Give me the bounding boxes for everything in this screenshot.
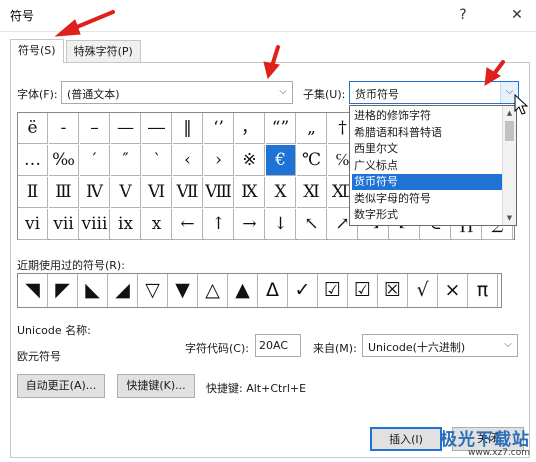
symbol-cell[interactable]: – — [80, 113, 110, 144]
recent-symbol-cell[interactable]: × — [438, 274, 468, 307]
subset-label: 子集(U): — [303, 88, 346, 101]
recent-symbol-cell[interactable]: √ — [408, 274, 438, 307]
symbol-cell[interactable]: Ⅴ — [111, 177, 141, 208]
title-bar: 符号 ? ✕ — [0, 0, 536, 32]
recent-symbol-cell[interactable]: ◤ — [48, 274, 78, 307]
symbol-cell[interactable]: → — [235, 209, 265, 240]
recent-symbol-cell[interactable]: π — [468, 274, 498, 307]
dropdown-scrollbar[interactable]: ▲ ▼ — [502, 106, 516, 225]
recent-symbols-label: 近期使用过的符号(R): — [17, 259, 125, 272]
recent-symbol-cell[interactable]: ◢ — [108, 274, 138, 307]
recent-symbol-cell[interactable]: ☑ — [348, 274, 378, 307]
subset-option[interactable]: 数字形式 — [352, 207, 502, 223]
from-select[interactable]: Unicode(十六进制) ⌵ — [362, 334, 518, 357]
recent-symbols-row: ◥ ◤ ◣ ◢ ▽ ▼ △ ▲ Δ ✓ ☑ ☑ ☒ √ × π — [17, 273, 502, 308]
char-code-label: 字符代码(C): — [185, 342, 249, 355]
from-label: 来自(M): — [313, 342, 357, 355]
unicode-name-label: Unicode 名称: — [17, 324, 91, 337]
symbol-cell[interactable]: Ⅷ — [204, 177, 234, 208]
symbol-cell[interactable]: ⅶ — [49, 209, 79, 240]
tab-special-characters[interactable]: 特殊字符(P) — [65, 40, 141, 63]
recent-symbol-cell[interactable]: △ — [198, 274, 228, 307]
subset-option[interactable]: 货币符号 — [352, 174, 502, 190]
symbol-cell[interactable]: Ⅸ — [235, 177, 265, 208]
subset-option[interactable]: 进格的修饰字符 — [352, 108, 502, 124]
char-code-input[interactable]: 20AC — [255, 334, 301, 357]
symbol-cell[interactable]: › — [204, 145, 234, 176]
symbol-cell[interactable]: ‘’ — [204, 113, 234, 144]
font-select[interactable]: (普通文本) ⌵ — [61, 81, 293, 104]
subset-select[interactable]: 货币符号 ⌵ — [349, 81, 519, 104]
symbol-cell[interactable]: ℃ — [297, 145, 327, 176]
recent-symbol-cell[interactable]: ◥ — [18, 274, 48, 307]
recent-symbol-cell[interactable]: ☒ — [378, 274, 408, 307]
symbol-cell[interactable]: Ⅹ — [266, 177, 296, 208]
shortcut-key-button[interactable]: 快捷键(K)... — [117, 374, 195, 398]
symbol-cell[interactable]: Ⅵ — [142, 177, 172, 208]
symbol-cell[interactable]: ⅹ — [142, 209, 172, 240]
font-label: 字体(F): — [17, 88, 58, 101]
recent-symbol-cell[interactable]: ◣ — [78, 274, 108, 307]
unicode-name-value: 欧元符号 — [17, 350, 61, 363]
symbol-cell[interactable]: Ⅶ — [173, 177, 203, 208]
subset-option[interactable]: 希腊语和科普特语 — [352, 125, 502, 141]
recent-symbol-cell[interactable]: ▲ — [228, 274, 258, 307]
tab-strip: 符号(S) 特殊字符(P) — [10, 39, 143, 63]
recent-symbol-cell[interactable]: ✓ — [288, 274, 318, 307]
shortcut-key-text: 快捷键: Alt+Ctrl+E — [206, 382, 307, 395]
symbol-cell[interactable]: ′ — [80, 145, 110, 176]
symbol-cell[interactable]: Ⅱ — [18, 177, 48, 208]
watermark-text: 极光下载站 — [440, 430, 530, 450]
symbol-cell[interactable]: ‵ — [142, 145, 172, 176]
subset-option[interactable]: 类似字母的符号 — [352, 191, 502, 207]
font-value: (普通文本) — [67, 88, 120, 101]
symbol-cell[interactable]: ″ — [111, 145, 141, 176]
watermark: 极光下载站 www.xz7.com — [440, 425, 530, 458]
chevron-down-icon[interactable]: ⌵ — [500, 82, 518, 103]
symbol-cell[interactable]: ⅵ — [18, 209, 48, 240]
symbol-cell[interactable]: — — [111, 113, 141, 144]
symbol-cell[interactable]: Ⅺ — [297, 177, 327, 208]
symbol-cell[interactable]: Ⅲ — [49, 177, 79, 208]
recent-symbol-cell[interactable]: ▼ — [168, 274, 198, 307]
symbol-cell[interactable]: ← — [173, 209, 203, 240]
autocorrect-button[interactable]: 自动更正(A)... — [17, 374, 105, 398]
window-title: 符号 — [10, 9, 35, 23]
symbol-cell[interactable]: ― — [142, 113, 172, 144]
symbol-cell[interactable]: € — [266, 145, 296, 176]
symbol-cell[interactable]: Ⅳ — [80, 177, 110, 208]
subset-option[interactable]: 西里尔文 — [352, 141, 502, 157]
symbol-cell[interactable]: “” — [266, 113, 296, 144]
symbol-cell[interactable]: ↓ — [266, 209, 296, 240]
scroll-up-icon[interactable]: ▲ — [503, 107, 516, 119]
symbol-cell[interactable]: - — [49, 113, 79, 144]
close-window-button[interactable]: ✕ — [506, 4, 528, 26]
help-button[interactable]: ? — [452, 4, 474, 26]
recent-symbol-cell[interactable]: ☑ — [318, 274, 348, 307]
symbol-cell[interactable]: ↖ — [297, 209, 327, 240]
chevron-down-icon[interactable]: ⌵ — [499, 335, 517, 356]
scroll-down-icon[interactable]: ▼ — [503, 212, 516, 224]
chevron-down-icon[interactable]: ⌵ — [274, 82, 292, 103]
symbol-cell[interactable]: ë — [18, 113, 48, 144]
subset-value: 货币符号 — [355, 88, 399, 101]
symbol-cell[interactable]: „ — [297, 113, 327, 144]
recent-symbol-cell[interactable]: Δ — [258, 274, 288, 307]
subset-dropdown-list: ▲ ▼ 进格的修饰字符 希腊语和科普特语 西里尔文 广义标点 货币符号 类似字母的符号 数字… — [349, 105, 517, 226]
symbol-cell[interactable]: ⅷ — [80, 209, 110, 240]
symbol-cell[interactable]: … — [18, 145, 48, 176]
symbol-cell[interactable]: ↑ — [204, 209, 234, 240]
subset-option[interactable]: 广义标点 — [352, 158, 502, 174]
symbol-cell[interactable]: ⅸ — [111, 209, 141, 240]
symbol-cell[interactable]: ， — [235, 113, 265, 144]
recent-symbol-cell[interactable]: ▽ — [138, 274, 168, 307]
symbol-cell[interactable]: ※ — [235, 145, 265, 176]
symbol-cell[interactable]: ‹ — [173, 145, 203, 176]
symbol-cell[interactable]: ‰ — [49, 145, 79, 176]
insert-button[interactable]: 插入(I) — [370, 427, 442, 451]
from-value: Unicode(十六进制) — [368, 341, 466, 354]
tab-symbols[interactable]: 符号(S) — [10, 39, 64, 63]
scroll-thumb[interactable] — [505, 121, 514, 141]
symbol-cell[interactable]: ‖ — [173, 113, 203, 144]
